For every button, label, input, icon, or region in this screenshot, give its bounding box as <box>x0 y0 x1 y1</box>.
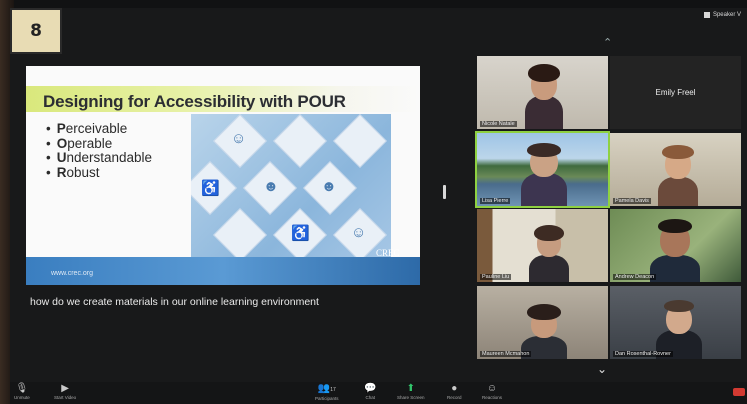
video-tile[interactable]: Dan Rosenthal-Rovner <box>610 286 741 359</box>
smiley-icon: ☺ <box>486 383 498 394</box>
participant-name: Pamela Davis <box>613 198 651 204</box>
zoom-meeting-photo: 8 Speaker V ⌃ Designing for Accessibilit… <box>0 0 747 404</box>
participant-body <box>650 255 700 282</box>
chevron-down-icon[interactable]: ⌄ <box>597 362 607 376</box>
panel-resize-handle[interactable] <box>443 185 446 199</box>
participant-name: Maureen Mcmahon <box>480 351 532 357</box>
unmute-button[interactable]: 🎙 Unmute <box>14 383 30 400</box>
speaker-view-label: Speaker V <box>712 12 741 18</box>
video-tile[interactable]: Pauline Liu <box>477 209 608 282</box>
person-icon: ☺ <box>351 224 367 241</box>
record-icon: ● <box>451 383 458 394</box>
accessibility-icons-graphic: ☺ ♿ ☻ ☻ ♿ ☺ <box>191 114 391 269</box>
tile <box>333 114 387 168</box>
list-item: Understandable <box>46 150 152 166</box>
live-caption: how do we create materials in our online… <box>30 296 319 308</box>
grid-icon <box>703 12 710 18</box>
participant-hair <box>527 143 561 157</box>
participant-name: Nicole Natale <box>480 121 517 127</box>
video-tile[interactable]: Nicole Natale <box>477 56 608 129</box>
share-screen-icon: ⬆ <box>406 383 415 394</box>
start-video-button[interactable]: ▶ Start Video <box>54 383 76 400</box>
chat-button[interactable]: 💬 Chat <box>364 383 376 400</box>
share-screen-button[interactable]: ⬆ Share Screen <box>397 383 425 400</box>
pour-list: Perceivable Operable Understandable Robu… <box>46 121 152 181</box>
list-item: Robust <box>46 165 152 181</box>
participant-hair <box>527 304 561 320</box>
walking-icon: ☻ <box>321 178 337 195</box>
participant-body <box>521 173 567 206</box>
wheelchair-icon: ♿ <box>201 180 220 197</box>
slide-url: www.crec.org <box>51 270 94 277</box>
meeting-toolbar: 🎙 Unmute ▶ Start Video 👥17 Participants … <box>10 382 747 404</box>
participant-body <box>658 177 698 206</box>
participant-name: Dan Rosenthal-Rovner <box>613 351 673 357</box>
chat-icon: 💬 <box>364 383 377 394</box>
video-tile-active-speaker[interactable]: Lisa Pierre <box>475 131 610 208</box>
participant-name: Lisa Pierre <box>480 198 511 204</box>
video-tile[interactable]: Pamela Davis <box>610 133 741 206</box>
wheelchair-icon: ♿ <box>291 225 310 242</box>
list-item: Perceivable <box>46 121 152 137</box>
microphone-muted-icon: 🎙 <box>15 383 29 394</box>
person-icon: ☺ <box>231 130 247 147</box>
tile <box>213 208 267 262</box>
participant-body <box>525 96 563 129</box>
crec-logo: CREC <box>376 248 400 258</box>
participant-hair <box>528 64 560 82</box>
participants-button[interactable]: 👥17 Participants <box>315 383 339 401</box>
slide-number-badge: 8 <box>10 8 62 54</box>
video-tile[interactable]: Andrew Deacon <box>610 209 741 282</box>
participant-hair <box>662 145 694 159</box>
speaker-view-button[interactable]: Speaker V <box>703 12 741 18</box>
chevron-up-icon[interactable]: ⌃ <box>603 36 612 49</box>
participants-icon: 👥17 <box>317 383 336 394</box>
walking-icon: ☻ <box>263 178 279 195</box>
record-button[interactable]: ● Record <box>447 383 462 400</box>
end-meeting-button[interactable] <box>733 388 745 396</box>
participant-hair <box>658 219 692 233</box>
participant-hair <box>534 225 564 241</box>
slide-title: Designing for Accessibility with POUR <box>43 92 346 111</box>
video-tile[interactable]: Maureen Mcmahon <box>477 286 608 359</box>
participant-name: Andrew Deacon <box>613 274 657 280</box>
reactions-button[interactable]: ☺ Reactions <box>482 383 502 400</box>
participant-body <box>529 255 569 282</box>
list-item: Operable <box>46 136 152 152</box>
tile <box>273 114 327 168</box>
video-camera-off-icon: ▶ <box>61 383 69 394</box>
shared-slide: Designing for Accessibility with POUR Pe… <box>26 66 420 285</box>
video-tile[interactable]: Emily Freel <box>610 56 741 129</box>
participant-name: Emily Freel <box>655 88 696 97</box>
participant-name: Pauline Liu <box>480 274 512 280</box>
participant-hair <box>664 300 694 312</box>
